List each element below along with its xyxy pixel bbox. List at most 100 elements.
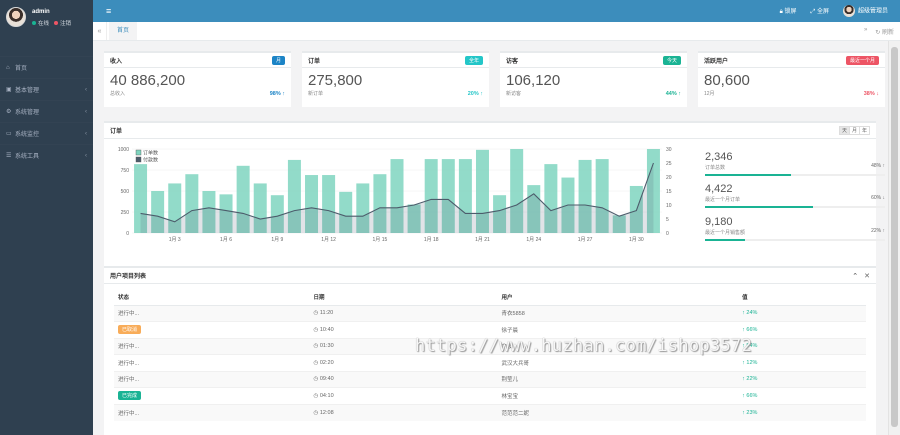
tabs-scroll-left-icon[interactable]: « [93, 22, 107, 40]
clock-icon: ◷ [313, 326, 319, 333]
mini-stat-0: 2,346 订单总数 48% ↑ [705, 151, 885, 176]
value-cell: ↑ 66% [738, 387, 866, 404]
user-menu[interactable]: 超级管理员 [842, 5, 888, 17]
sidebar-item-label: 基本管理 [15, 88, 40, 94]
user-cell: 荆莹儿 [497, 370, 739, 388]
lock-screen-label: 锁屏 [784, 9, 797, 15]
collapse-icon[interactable]: ⌃ [852, 272, 858, 280]
logout-link[interactable]: 注销 [54, 19, 71, 27]
trend-up-icon: ↑ [742, 392, 745, 399]
table-panel-title: 用户项目列表 [110, 274, 147, 280]
table-row[interactable]: 进行中... ◷ 12:08 范范范二妮 ↑ 23% [114, 403, 866, 421]
value-cell: ↑ 22% [738, 370, 866, 388]
user-cell: 武汉大兵哥 [497, 354, 739, 371]
mini-stat-progress-fill [705, 239, 745, 241]
chevron-left-icon: ‹ [85, 130, 87, 137]
stat-value: 80,600 [704, 72, 750, 89]
status-online: 在线 [32, 19, 49, 27]
mini-stat-progress [705, 206, 885, 208]
stat-arrow-icon: ↓ [876, 91, 879, 97]
mini-stat-progress [705, 239, 885, 241]
menu-toggle-icon[interactable]: ≡ [106, 6, 111, 16]
mini-stat-arrow-icon: ↑ [882, 228, 886, 234]
refresh-button[interactable]: ↻ 刷新 [875, 27, 894, 36]
stat-arrow-icon: ↑ [678, 91, 681, 97]
y-tick-right: 15 [666, 189, 672, 195]
mini-stat-percent-value: 48% [871, 163, 882, 169]
y-tick-right: 5 [666, 217, 669, 223]
scrollbar-thumb[interactable] [891, 47, 898, 427]
y-tick-left: 500 [121, 189, 130, 195]
column-header[interactable]: 日期 [309, 290, 498, 306]
trend-up-icon: ↑ [742, 326, 745, 333]
lock-screen-button[interactable]: 🔒︎ 锁屏 [780, 6, 797, 16]
status-cell: 已完成 [114, 387, 310, 404]
expand-icon: ⤢ [810, 9, 816, 15]
column-header[interactable]: 状态 [114, 290, 310, 306]
username: admin [32, 9, 50, 15]
x-tick-label: 1月 6 [220, 237, 232, 243]
legend-label: 付款数 [143, 157, 158, 164]
tabs-scroll-right-icon[interactable]: » [864, 27, 867, 36]
stat-value: 40 886,200 [110, 72, 186, 89]
refresh-icon: ↻ [875, 29, 881, 36]
page-tabs-bar: « 首页 » ↻ 刷新 [93, 22, 900, 41]
value-cell: ↑ 24% [738, 304, 866, 322]
sidebar-item-1[interactable]: ▣ 基本管理 ‹ [0, 78, 93, 100]
value-cell: ↑ 12% [738, 354, 866, 371]
status-cell: 进行中... [114, 354, 310, 371]
top-navbar: ≡ 🔒︎ 锁屏 ⤢ 全屏 超级管理员 [93, 0, 900, 22]
mini-stat-arrow-icon: ↑ [882, 163, 886, 169]
stat-subtitle: 新访客 [506, 91, 522, 97]
value-text: 22% [746, 376, 758, 383]
sidebar-item-4[interactable]: ☰ 系统工具 ‹ [0, 144, 93, 166]
vertical-scrollbar[interactable] [888, 41, 900, 435]
y-tick-left: 750 [121, 168, 130, 174]
close-icon[interactable]: ✕ [864, 272, 870, 280]
stat-title: 收入 [110, 58, 123, 65]
main-content: 收入 月 40 886,200 总收入 98% ↑ 订单 全年 275,800 … [93, 41, 888, 435]
mini-stat-value: 9,180 [705, 216, 733, 228]
column-header[interactable]: 值 [738, 290, 866, 306]
x-tick-label: 1月 24 [526, 237, 541, 243]
x-tick-label: 1月 30 [629, 237, 644, 243]
value-text: 66% [746, 392, 758, 399]
legend-label: 订单数 [143, 150, 158, 157]
stat-subtitle: 总收入 [110, 91, 126, 97]
trend-up-icon: ↑ [742, 359, 745, 366]
column-header[interactable]: 用户 [497, 290, 739, 306]
x-tick-label: 1月 18 [424, 237, 439, 243]
date-text: 09:40 [319, 376, 334, 383]
value-cell: ↑ 54% [738, 337, 866, 355]
table-row[interactable]: 进行中... ◷ 02:20 武汉大兵哥 ↑ 12% [114, 354, 866, 371]
date-cell: ◷ 02:20 [309, 354, 498, 371]
mini-stat-value: 4,422 [705, 183, 733, 195]
y-tick-left: 1000 [118, 147, 129, 153]
tab-home[interactable]: 首页 [109, 22, 138, 40]
status-badge: 已取消 [118, 325, 142, 335]
status-cell: 已取消 [114, 321, 310, 338]
clock-icon: ◷ [313, 392, 319, 399]
mini-stat-2: 9,180 最近一个月销售额 22% ↑ [705, 216, 885, 241]
sidebar-item-label: 系统监控 [15, 132, 40, 138]
stat-arrow-icon: ↑ [480, 91, 483, 97]
stat-percent-value: 38% [863, 91, 875, 97]
legend-swatch [135, 156, 142, 163]
chevron-left-icon: ‹ [85, 86, 87, 93]
sidebar-item-2[interactable]: ⚙ 系统管理 ‹ [0, 100, 93, 122]
stat-arrow-icon: ↑ [282, 91, 285, 97]
value-text: 23% [746, 409, 758, 416]
table-row[interactable]: 进行中... ◷ 11:20 青衣5858 ↑ 24% [114, 304, 866, 322]
sidebar-item-3[interactable]: ▭ 系统监控 ‹ [0, 122, 93, 144]
fullscreen-button[interactable]: ⤢ 全屏 [810, 6, 829, 16]
refresh-label: 刷新 [881, 29, 894, 36]
sidebar-item-0[interactable]: ⌂ 首页 [0, 56, 93, 78]
range-year-button[interactable]: 年 [858, 126, 870, 135]
avatar[interactable] [6, 7, 26, 27]
legend-swatch [135, 149, 142, 156]
stat-card-3: 活跃用户 最近一个月 80,600 12月 38% ↓ [698, 51, 885, 107]
table-row[interactable]: 已完成 ◷ 04:10 林宝宝 ↑ 66% [114, 387, 866, 404]
mini-stat-progress-fill [705, 206, 813, 208]
table-row[interactable]: 进行中... ◷ 09:40 荆莹儿 ↑ 22% [114, 370, 866, 388]
value-text: 12% [746, 359, 758, 366]
